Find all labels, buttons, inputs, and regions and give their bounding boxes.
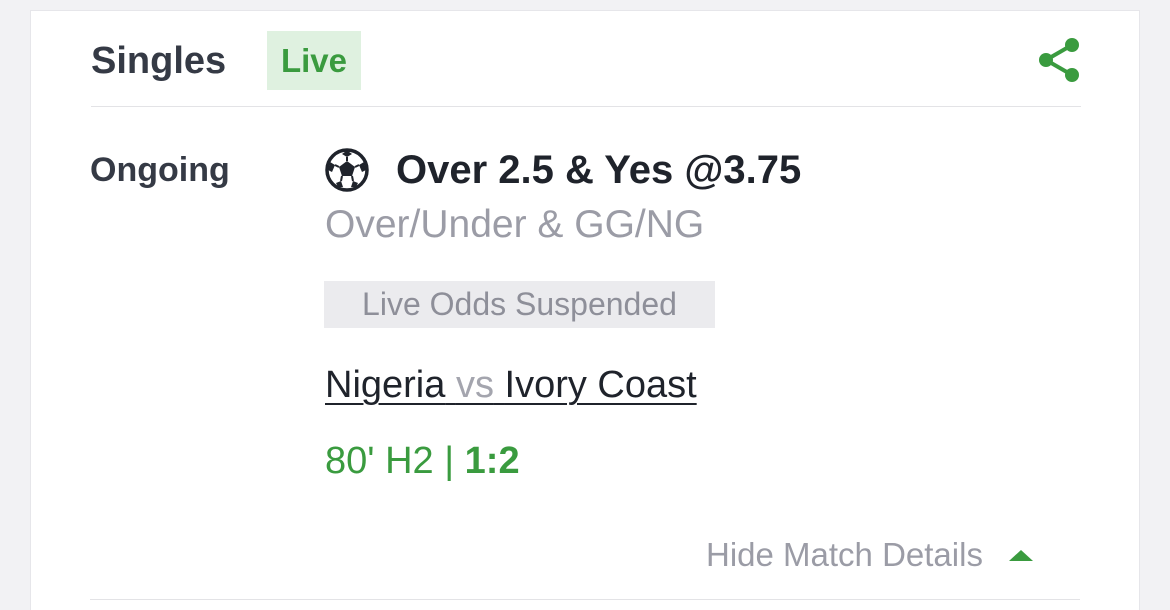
match-time: 80' H2 | [325, 440, 455, 482]
bet-status-label: Ongoing [90, 151, 230, 189]
bet-selection-row: Over 2.5 & Yes @3.75 [324, 146, 801, 194]
home-team: Nigeria [325, 364, 446, 406]
bet-selection: Over 2.5 & Yes @3.75 [396, 148, 802, 192]
caret-up-icon [1008, 549, 1033, 561]
hide-match-details-button[interactable]: Hide Match Details [706, 532, 1033, 578]
page-title: Singles [91, 40, 227, 82]
soccer-ball-icon [324, 147, 370, 193]
share-icon[interactable] [1037, 37, 1081, 83]
match-score-line: 80' H2 | 1:2 [325, 438, 520, 484]
card-header: Singles Live [91, 21, 1081, 107]
vs-label: vs [455, 364, 494, 406]
hide-match-details-label: Hide Match Details [706, 536, 983, 573]
bet-market: Over/Under & GG/NG [325, 203, 705, 246]
divider [90, 599, 1080, 600]
away-team: Ivory Coast [504, 364, 697, 406]
live-badge: Live [267, 31, 361, 90]
odds-status-badge: Live Odds Suspended [324, 281, 715, 328]
match-link[interactable]: Nigeria vs Ivory Coast [325, 362, 697, 408]
match-score: 1:2 [464, 440, 520, 482]
